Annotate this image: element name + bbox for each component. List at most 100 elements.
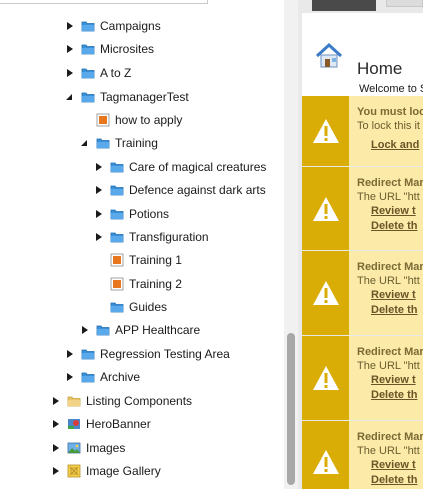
expand-arrow-icon[interactable] — [80, 138, 90, 148]
notification-body: Redirect Mar The URL "htt Review t Delete t… — [349, 336, 423, 420]
toolbar-tab-active[interactable] — [312, 0, 376, 11]
tree-item[interactable]: Archive — [65, 366, 140, 388]
notification-text: The URL "htt — [357, 445, 420, 457]
folder-icon — [110, 300, 124, 314]
content-editor: Home Welcome to S You must loc To lock th… — [298, 0, 423, 489]
image-gallery-icon — [67, 464, 81, 478]
images-icon — [67, 441, 81, 455]
tree-item-label: APP Healthcare — [115, 323, 201, 337]
tree-item[interactable]: Training 2 — [94, 273, 182, 295]
tree-item[interactable]: Listing Components — [51, 390, 192, 412]
tree-item[interactable]: Potions — [94, 203, 169, 225]
notification-text: The URL "htt — [357, 360, 420, 372]
collapse-arrow-icon[interactable] — [65, 68, 75, 78]
tree-item[interactable]: HeroBanner — [51, 413, 151, 435]
tree-item-label: Archive — [100, 370, 141, 384]
tree-item-label: Training — [115, 136, 158, 150]
notification-action-link[interactable]: Lock and — [371, 138, 423, 153]
collapse-arrow-icon[interactable] — [94, 209, 104, 219]
notification-action-link[interactable]: Review t — [371, 458, 423, 473]
search-input[interactable] — [0, 0, 208, 4]
tree-item[interactable]: APP Healthcare — [80, 319, 200, 341]
collapse-arrow-icon[interactable] — [65, 44, 75, 54]
warning-icon — [313, 366, 339, 390]
folder-icon — [81, 19, 95, 33]
expand-arrow-icon[interactable] — [65, 92, 75, 102]
home-icon — [314, 41, 344, 74]
notification-delete-link[interactable]: Delete th — [371, 473, 423, 488]
tree-item[interactable]: TagmanagerTest — [65, 86, 189, 108]
tree-item[interactable]: A to Z — [65, 62, 131, 84]
folder-icon — [81, 66, 95, 80]
notification: Redirect Mar The URL "htt Review t Delete t… — [302, 167, 423, 250]
folder-icon — [110, 207, 124, 221]
notification: Redirect Mar The URL "htt Review t Delete t… — [302, 421, 423, 489]
collapse-arrow-icon[interactable] — [65, 21, 75, 31]
collapse-arrow-icon[interactable] — [94, 162, 104, 172]
warning-strip — [302, 167, 349, 250]
notification-action-link[interactable]: Review t — [371, 204, 423, 219]
tree-scrollbar[interactable] — [284, 0, 298, 489]
tree-item[interactable]: Transfiguration — [94, 226, 209, 248]
page-icon — [110, 277, 124, 291]
tree-item[interactable]: Images — [51, 437, 125, 459]
tree-item-label: Listing Components — [86, 394, 193, 408]
tree-item[interactable]: Care of magical creatures — [94, 156, 266, 178]
folder-icon — [81, 42, 95, 56]
folder-icon — [110, 230, 124, 244]
item-header: Home Welcome to S — [302, 13, 423, 96]
tree-item-label: Images — [86, 441, 126, 455]
folder-plain-icon — [67, 394, 81, 408]
tree-item[interactable]: Microsites — [65, 38, 154, 60]
notification: Redirect Mar The URL "htt Review t Delete t… — [302, 251, 423, 335]
tree-item[interactable]: Defence against dark arts — [94, 179, 266, 201]
tree-item-label: Campaigns — [100, 19, 161, 33]
collapse-arrow-icon[interactable] — [65, 372, 75, 382]
warning-icon — [313, 119, 339, 143]
collapse-arrow-icon[interactable] — [94, 232, 104, 242]
notification-body: Redirect Mar The URL "htt Review t Delete t… — [349, 251, 423, 335]
page-icon — [110, 253, 124, 267]
notification-body: Redirect Mar The URL "htt Review t Delete t… — [349, 421, 423, 489]
collapse-arrow-icon[interactable] — [51, 419, 61, 429]
tree-item-label: Potions — [129, 207, 170, 221]
notification-text: The URL "htt — [357, 191, 420, 203]
tree-item[interactable]: Guides — [94, 296, 167, 318]
folder-icon — [81, 347, 95, 361]
collapse-arrow-icon[interactable] — [80, 325, 90, 335]
folder-icon — [96, 323, 110, 337]
notification-delete-link[interactable]: Delete th — [371, 219, 423, 234]
tree-item[interactable]: Regression Testing Area — [65, 343, 230, 365]
collapse-arrow-icon[interactable] — [51, 443, 61, 453]
toolbar-tab[interactable] — [386, 0, 423, 7]
warning-icon — [313, 281, 339, 305]
notification-text: The URL "htt — [357, 275, 420, 287]
scrollbar-thumb[interactable] — [287, 333, 295, 485]
tree-item-label: Training 2 — [129, 277, 182, 291]
collapse-arrow-icon[interactable] — [51, 396, 61, 406]
notification: Redirect Mar The URL "htt Review t Delete t… — [302, 336, 423, 420]
collapse-arrow-icon[interactable] — [65, 349, 75, 359]
notification-delete-link[interactable]: Delete th — [371, 388, 423, 403]
tree-item-label: Guides — [129, 300, 168, 314]
tree-item[interactable]: Training 1 — [94, 249, 182, 271]
collapse-arrow-icon[interactable] — [94, 185, 104, 195]
warning-strip — [302, 336, 349, 420]
warning-strip — [302, 96, 349, 166]
tree-item[interactable]: how to apply — [80, 109, 182, 131]
notification-action-link[interactable]: Review t — [371, 373, 423, 388]
notification-title: Redirect Mar — [357, 431, 423, 443]
tree-item-label: Training 1 — [129, 253, 182, 267]
notification-action-link[interactable]: Review t — [371, 288, 423, 303]
warning-icon — [313, 450, 339, 474]
notification-title: Redirect Mar — [357, 261, 423, 273]
hero-banner-icon — [67, 417, 81, 431]
collapse-arrow-icon[interactable] — [51, 466, 61, 476]
welcome-text: Welcome to S — [359, 83, 423, 95]
tree-item[interactable]: Image Gallery — [51, 460, 161, 482]
tree-item[interactable]: Training — [80, 132, 158, 154]
notification-delete-link[interactable]: Delete th — [371, 303, 423, 318]
tree-item-label: how to apply — [115, 113, 183, 127]
tree-item[interactable]: Campaigns — [65, 15, 161, 37]
tree-item-label: Defence against dark arts — [129, 183, 266, 197]
